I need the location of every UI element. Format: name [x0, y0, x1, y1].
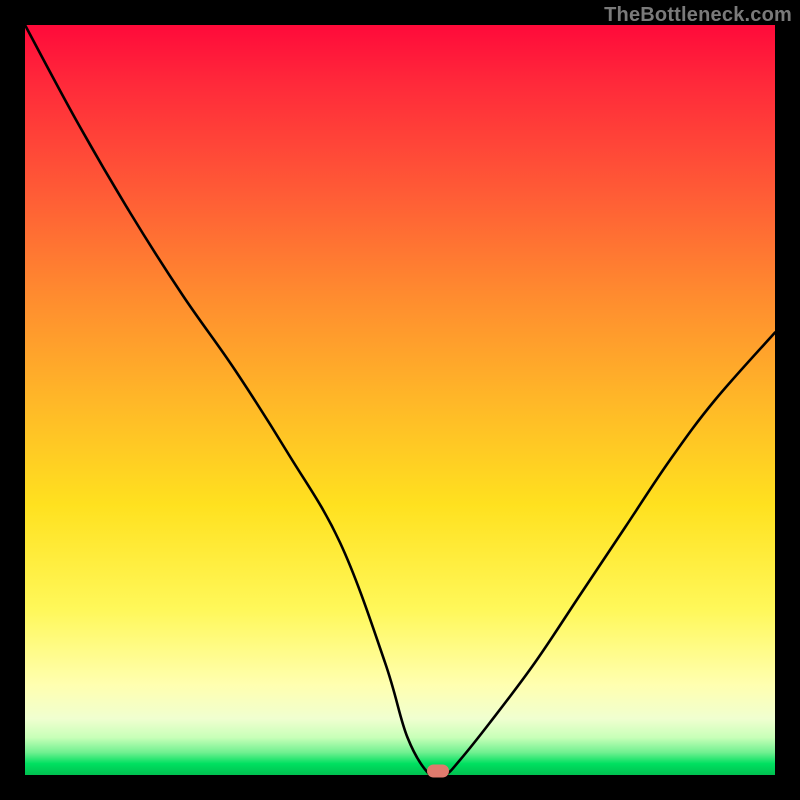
- optimal-marker: [427, 765, 449, 778]
- bottleneck-curve: [25, 25, 775, 775]
- chart-frame: TheBottleneck.com: [0, 0, 800, 800]
- watermark-text: TheBottleneck.com: [604, 4, 792, 27]
- plot-area: [25, 25, 775, 775]
- curve-path: [25, 25, 775, 779]
